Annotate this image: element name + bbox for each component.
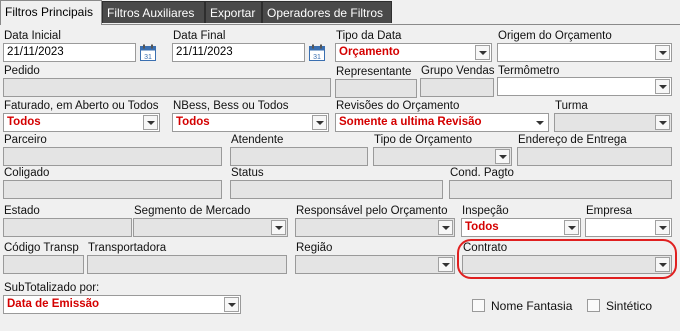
status-field[interactable] bbox=[230, 180, 443, 199]
tipo-orcamento-select[interactable] bbox=[373, 147, 512, 166]
nbess-value: Todos bbox=[176, 116, 210, 128]
cond-pagto-label: Cond. Pagto bbox=[450, 167, 514, 179]
revisoes-select[interactable]: Somente a ultima Revisão bbox=[335, 113, 549, 132]
contrato-highlight-outline bbox=[457, 239, 677, 279]
chevron-down-icon[interactable] bbox=[224, 297, 239, 312]
subtotalizado-label: SubTotalizado por: bbox=[4, 282, 100, 294]
grupo-vendas-field[interactable] bbox=[420, 78, 494, 97]
empresa-select[interactable] bbox=[585, 218, 672, 237]
chevron-down-icon[interactable] bbox=[655, 45, 670, 60]
turma-label: Turma bbox=[555, 100, 588, 112]
regiao-select[interactable] bbox=[295, 255, 455, 274]
data-inicial-field[interactable]: 21/11/2023 bbox=[3, 43, 136, 62]
chevron-down-icon[interactable] bbox=[143, 115, 158, 130]
parceiro-label: Parceiro bbox=[4, 134, 47, 146]
chevron-down-icon[interactable] bbox=[655, 220, 670, 235]
coligado-label: Coligado bbox=[4, 167, 50, 179]
pedido-label: Pedido bbox=[4, 65, 40, 77]
atendente-label: Atendente bbox=[231, 134, 284, 146]
tab-filtros-principais[interactable]: Filtros Principais bbox=[0, 0, 102, 25]
faturado-select[interactable]: Todos bbox=[3, 113, 160, 132]
endereco-entrega-field[interactable] bbox=[517, 147, 672, 166]
termometro-label: Termômetro bbox=[498, 65, 560, 77]
atendente-field[interactable] bbox=[230, 147, 368, 166]
nome-fantasia-checkbox[interactable] bbox=[472, 299, 485, 312]
termometro-select[interactable] bbox=[497, 77, 672, 96]
sintetico-checkbox[interactable] bbox=[587, 299, 600, 312]
origem-orcamento-label: Origem do Orçamento bbox=[498, 30, 612, 42]
nbess-select[interactable]: Todos bbox=[172, 113, 329, 132]
chevron-down-icon[interactable] bbox=[271, 220, 286, 235]
chevron-down-icon[interactable] bbox=[564, 220, 579, 235]
tab-exportar[interactable]: Exportar bbox=[205, 1, 262, 23]
responsavel-label: Responsável pelo Orçamento bbox=[296, 205, 448, 217]
faturado-label: Faturado, em Aberto ou Todos bbox=[4, 100, 159, 112]
tab-bar: Filtros Principais Filtros Auxiliares Ex… bbox=[0, 0, 680, 25]
chevron-down-icon[interactable] bbox=[438, 220, 453, 235]
faturado-value: Todos bbox=[7, 116, 41, 128]
nbess-label: NBess, Bess ou Todos bbox=[173, 100, 289, 112]
tipo-data-label: Tipo da Data bbox=[336, 30, 402, 42]
representante-label: Representante bbox=[336, 66, 412, 78]
codigo-transp-field[interactable] bbox=[3, 255, 84, 274]
representante-field[interactable] bbox=[335, 79, 417, 98]
chevron-down-icon[interactable] bbox=[475, 45, 490, 60]
transportadora-label: Transportadora bbox=[88, 242, 167, 254]
sintetico-label[interactable]: Sintético bbox=[606, 299, 652, 313]
coligado-field[interactable] bbox=[3, 180, 222, 199]
chevron-down-icon[interactable] bbox=[438, 257, 453, 272]
tipo-data-select[interactable]: Orçamento bbox=[335, 43, 492, 62]
chevron-down-icon[interactable] bbox=[655, 79, 670, 94]
data-final-label: Data Final bbox=[173, 30, 226, 42]
calendar-day-text: 31 bbox=[313, 54, 321, 61]
inspecao-label: Inspeção bbox=[462, 205, 509, 217]
inspecao-value: Todos bbox=[465, 221, 499, 233]
cond-pagto-field[interactable] bbox=[449, 180, 672, 199]
subtotalizado-value: Data de Emissão bbox=[7, 298, 100, 310]
tipo-data-value: Orçamento bbox=[339, 46, 400, 58]
parceiro-field[interactable] bbox=[3, 147, 222, 166]
status-label: Status bbox=[231, 167, 264, 179]
chevron-down-icon[interactable] bbox=[312, 115, 327, 130]
tab-operadores-de-filtros[interactable]: Operadores de Filtros bbox=[262, 1, 392, 23]
segmento-label: Segmento de Mercado bbox=[134, 205, 251, 217]
calendar-icon[interactable]: 31 bbox=[309, 44, 325, 61]
panel-border bbox=[0, 24, 680, 25]
segmento-select[interactable] bbox=[133, 218, 288, 237]
data-inicial-value: 21/11/2023 bbox=[7, 46, 64, 58]
pedido-field[interactable] bbox=[3, 78, 331, 97]
regiao-label: Região bbox=[296, 242, 333, 254]
calendar-day-text: 31 bbox=[144, 54, 152, 61]
origem-orcamento-select[interactable] bbox=[497, 43, 672, 62]
endereco-entrega-label: Endereço de Entrega bbox=[518, 134, 627, 146]
revisoes-label: Revisões do Orçamento bbox=[336, 100, 460, 112]
calendar-icon[interactable]: 31 bbox=[140, 44, 156, 61]
tipo-orcamento-label: Tipo de Orçamento bbox=[374, 134, 473, 146]
nome-fantasia-label[interactable]: Nome Fantasia bbox=[491, 299, 572, 313]
estado-field[interactable] bbox=[3, 218, 132, 237]
empresa-label: Empresa bbox=[586, 205, 633, 217]
codigo-transp-label: Código Transp bbox=[4, 242, 79, 254]
chevron-down-icon[interactable] bbox=[532, 115, 547, 130]
data-final-value: 21/11/2023 bbox=[176, 46, 233, 58]
chevron-down-icon[interactable] bbox=[495, 149, 510, 164]
tab-filtros-auxiliares[interactable]: Filtros Auxiliares bbox=[102, 1, 205, 23]
responsavel-select[interactable] bbox=[295, 218, 455, 237]
turma-select[interactable] bbox=[554, 113, 672, 132]
subtotalizado-select[interactable]: Data de Emissão bbox=[3, 295, 241, 314]
transportadora-field[interactable] bbox=[87, 255, 287, 274]
data-final-field[interactable]: 21/11/2023 bbox=[172, 43, 305, 62]
estado-label: Estado bbox=[4, 205, 40, 217]
data-inicial-label: Data Inicial bbox=[4, 30, 61, 42]
grupo-vendas-label: Grupo Vendas bbox=[421, 65, 495, 77]
chevron-down-icon[interactable] bbox=[655, 115, 670, 130]
revisoes-value: Somente a ultima Revisão bbox=[339, 116, 482, 128]
inspecao-select[interactable]: Todos bbox=[461, 218, 581, 237]
